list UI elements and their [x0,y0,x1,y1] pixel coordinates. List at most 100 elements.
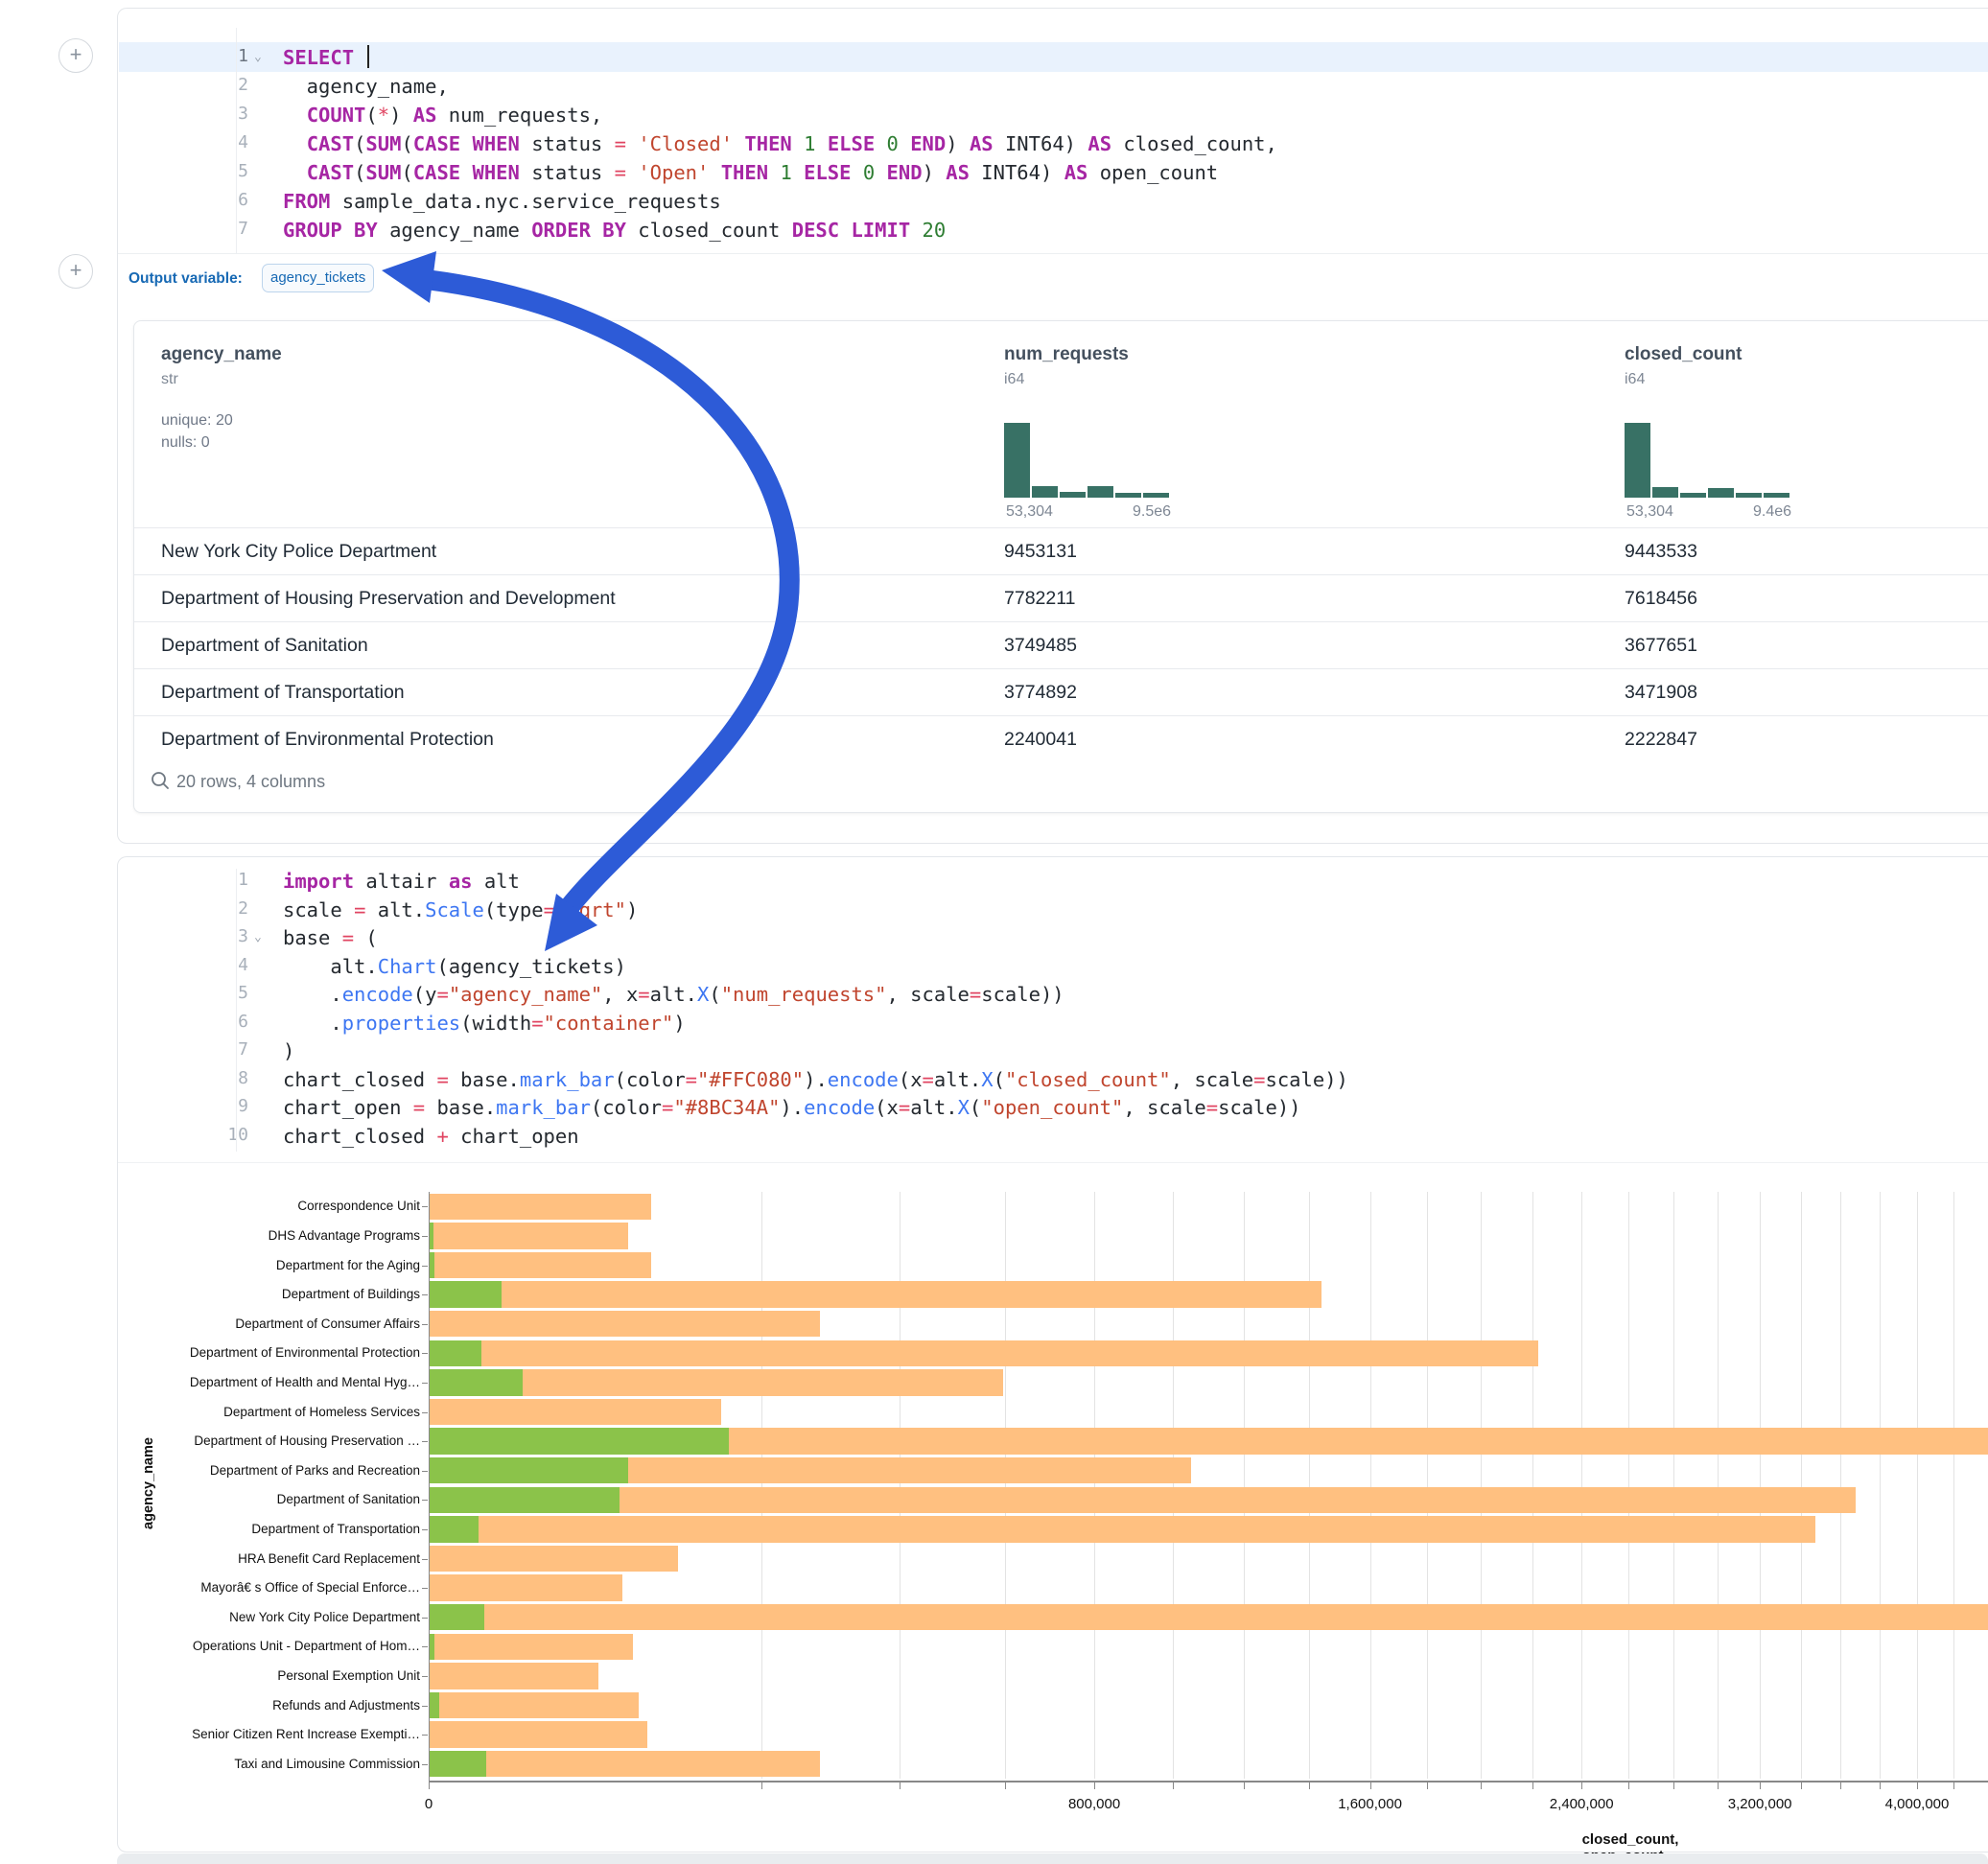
code-token: (color [591,1096,662,1119]
y-axis-tick [422,1353,428,1354]
code-token: ( [401,132,412,155]
code-token: ) [283,1039,294,1062]
table-row[interactable]: New York City Police Department945313194… [134,527,1988,575]
code-token: WHEN [473,132,520,155]
y-axis-title: agency_name [141,1431,156,1536]
y-axis-label: Personal Exemption Unit [115,1668,420,1683]
bar-closed-count [429,1634,633,1661]
code-token: "agency_name" [449,983,602,1006]
column-header-num-requests[interactable]: num_requests i64 53,304 9.5e6 [1004,344,1129,388]
code-token: + [436,1125,448,1148]
x-axis-tick [1427,1782,1428,1789]
code-token: * [378,104,389,127]
table-cell: 9453131 [1004,541,1077,563]
x-axis-tick [1628,1782,1629,1789]
x-axis-tick [1532,1782,1533,1789]
add-block-button[interactable]: + [58,254,93,289]
code-text: import altair as alt [283,870,520,893]
table-cell: 3749485 [1004,635,1077,657]
y-axis-tick [422,1735,428,1736]
bar-open-count [429,1751,486,1778]
line-number: 7 [202,1039,248,1060]
code-token: ORDER BY [531,219,626,242]
code-token: END [887,161,923,184]
bar-open-count [429,1692,439,1719]
code-token [852,161,863,184]
code-text: FROM sample_data.nyc.service_requests [283,190,721,213]
code-token: (x [899,1068,923,1091]
code-token: ELSE [804,161,851,184]
code-token: alt. [650,983,697,1006]
x-axis-tick [1880,1782,1881,1789]
search-icon[interactable] [150,770,171,791]
code-token: = [686,1068,697,1091]
code-token: base [283,926,342,949]
code-token: ( [354,926,378,949]
code-token: AS [946,161,970,184]
code-token: 0 [863,161,875,184]
code-token: encode [804,1096,875,1119]
code-token: AS [970,132,994,155]
x-axis-tick [1309,1782,1310,1789]
code-token: "#8BC34A" [673,1096,780,1119]
output-variable-pill[interactable]: agency_tickets [262,264,374,292]
table-cell: Department of Housing Preservation and D… [161,588,616,610]
y-axis-tick [422,1676,428,1677]
code-token: alt [473,870,520,893]
code-token: ) [673,1012,685,1035]
code-token: FROM [283,190,330,213]
y-axis-tick [422,1529,428,1530]
code-token [792,132,804,155]
y-axis-tick [422,1588,428,1589]
y-axis-label: Mayorâ€ s Office of Special Enforce… [115,1580,420,1595]
code-token: mark_bar [496,1096,591,1119]
y-axis-tick [422,1324,428,1325]
code-token: chart_open [449,1125,579,1148]
table-row[interactable]: Department of Sanitation37494853677651 [134,621,1988,669]
column-header-closed-count[interactable]: closed_count i64 53,304 9.4e6 [1625,344,1742,388]
x-axis-tick [1673,1782,1674,1789]
fold-chevron-icon[interactable]: ⌄ [254,50,262,64]
code-token: properties [342,1012,460,1035]
code-token: chart_open [283,1096,413,1119]
table-cell: 3677651 [1625,635,1697,657]
code-token: AS [1064,161,1088,184]
code-token: = [531,1012,543,1035]
x-axis-tick [1481,1782,1482,1789]
hist-min-label: 53,304 [1006,503,1053,521]
code-token: closed_count [626,219,792,242]
table-row[interactable]: Department of Housing Preservation and D… [134,574,1988,622]
code-token: ( [709,983,720,1006]
y-axis-tick [422,1236,428,1237]
line-number: 9 [202,1096,248,1116]
bar-open-count [429,1281,502,1308]
sql-code-editor[interactable]: 1⌄SELECT 2 agency_name,3 COUNT(*) AS num… [118,9,1988,253]
hist-bar [1004,423,1030,498]
code-token: = [638,983,649,1006]
next-cell-edge [117,1853,1988,1864]
code-token: SUM [365,132,401,155]
column-header-agency-name[interactable]: agency_name str unique: 20 nulls: 0 [161,344,282,454]
python-code-editor[interactable]: 1import altair as alt2scale = alt.Scale(… [118,857,1988,1159]
code-token: INT64) [970,161,1064,184]
bar-closed-count [429,1751,820,1778]
table-row[interactable]: Department of Transportation377489234719… [134,668,1988,716]
y-axis-label: Taxi and Limousine Commission [115,1757,420,1771]
bar-open-count [429,1369,523,1396]
add-block-button[interactable]: + [58,38,93,73]
gutter-divider [236,869,237,1152]
bar-closed-count [429,1311,820,1338]
y-axis-label: Department of Transportation [115,1522,420,1536]
line-number: 5 [202,161,248,181]
code-token: chart_closed [283,1125,436,1148]
code-text: .properties(width="container") [283,1012,686,1035]
fold-chevron-icon[interactable]: ⌄ [254,930,262,944]
code-token: agency_name [378,219,531,242]
hist-bar [1115,493,1141,498]
gutter-divider [236,28,237,253]
code-token: status [520,132,615,155]
y-axis-label: New York City Police Department [115,1610,420,1624]
x-axis-tick [1094,1782,1095,1789]
code-token: ). [804,1068,828,1091]
code-token [283,132,307,155]
